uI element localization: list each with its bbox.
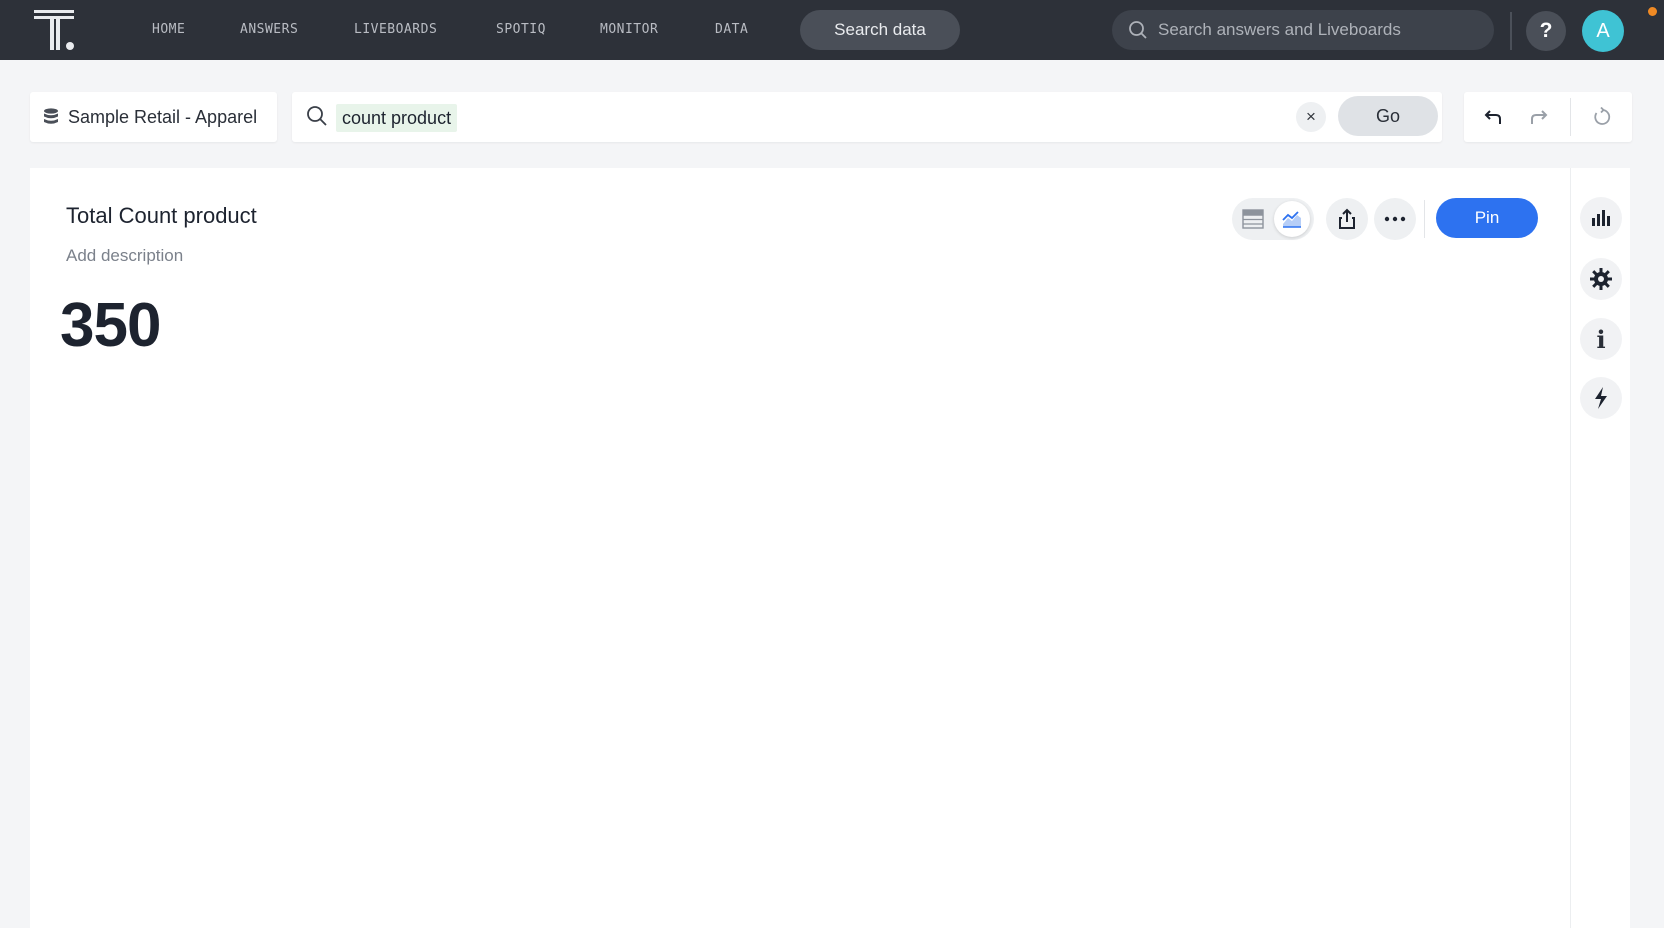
- more-options-button[interactable]: [1374, 198, 1416, 240]
- chart-view-button[interactable]: [1274, 201, 1310, 237]
- help-button[interactable]: ?: [1526, 11, 1566, 51]
- nav-data[interactable]: DATA: [715, 22, 748, 37]
- lightning-icon: [1595, 387, 1607, 409]
- undo-icon: [1484, 110, 1501, 124]
- global-search-box[interactable]: [1112, 10, 1494, 50]
- data-source-selector[interactable]: Sample Retail - Apparel: [30, 92, 277, 142]
- share-button[interactable]: [1326, 198, 1368, 240]
- table-icon: [1242, 209, 1264, 229]
- table-view-button[interactable]: [1236, 202, 1270, 236]
- actions-divider: [1424, 200, 1425, 238]
- search-bar[interactable]: [292, 92, 1442, 142]
- chart-type-button[interactable]: [1580, 197, 1622, 239]
- search-icon: [307, 106, 327, 126]
- notification-dot: [1648, 7, 1657, 16]
- nav-divider: [1510, 12, 1512, 50]
- search-icon: [1129, 21, 1147, 39]
- reset-button[interactable]: [1588, 103, 1616, 131]
- close-icon: ×: [1306, 107, 1316, 126]
- nav-liveboards[interactable]: LIVEBOARDS: [354, 22, 437, 37]
- gear-icon: [1590, 268, 1612, 290]
- nav-answers[interactable]: ANSWERS: [240, 22, 298, 37]
- redo-button[interactable]: [1524, 103, 1552, 131]
- bar-chart-icon: [1592, 210, 1610, 226]
- history-controls: [1464, 92, 1632, 142]
- nav-spotiq[interactable]: SPOTIQ: [496, 22, 546, 37]
- answer-card: [30, 168, 1570, 928]
- add-description[interactable]: Add description: [66, 246, 183, 266]
- clear-search-button[interactable]: ×: [1296, 102, 1326, 132]
- share-icon: [1339, 208, 1355, 229]
- thoughtspot-logo[interactable]: [34, 8, 78, 52]
- info-button[interactable]: i: [1580, 318, 1622, 360]
- global-search-input[interactable]: [1158, 20, 1478, 40]
- search-query-token[interactable]: count product: [336, 104, 458, 132]
- history-divider: [1570, 98, 1571, 136]
- chart-icon: [1282, 211, 1301, 228]
- top-nav-bar: HOME ANSWERS LIVEBOARDS SPOTIQ MONITOR D…: [0, 0, 1664, 60]
- search-data-button[interactable]: Search data: [800, 10, 960, 50]
- undo-button[interactable]: [1480, 103, 1508, 131]
- nav-home[interactable]: HOME: [152, 22, 185, 37]
- kpi-value: 350: [60, 291, 161, 360]
- redo-icon: [1531, 110, 1548, 124]
- chart-settings-button[interactable]: [1580, 258, 1622, 300]
- user-avatar[interactable]: A: [1582, 10, 1624, 52]
- nav-monitor[interactable]: MONITOR: [600, 22, 658, 37]
- go-button[interactable]: Go: [1338, 96, 1438, 136]
- info-icon: i: [1596, 324, 1606, 354]
- spotiq-button[interactable]: [1580, 377, 1622, 419]
- pin-button[interactable]: Pin: [1436, 198, 1538, 238]
- data-source-label: Sample Retail - Apparel: [68, 106, 258, 127]
- refresh-icon: [1594, 107, 1611, 125]
- database-icon: [44, 108, 58, 124]
- answer-title[interactable]: Total Count product: [66, 203, 257, 229]
- more-icon: [1384, 216, 1406, 222]
